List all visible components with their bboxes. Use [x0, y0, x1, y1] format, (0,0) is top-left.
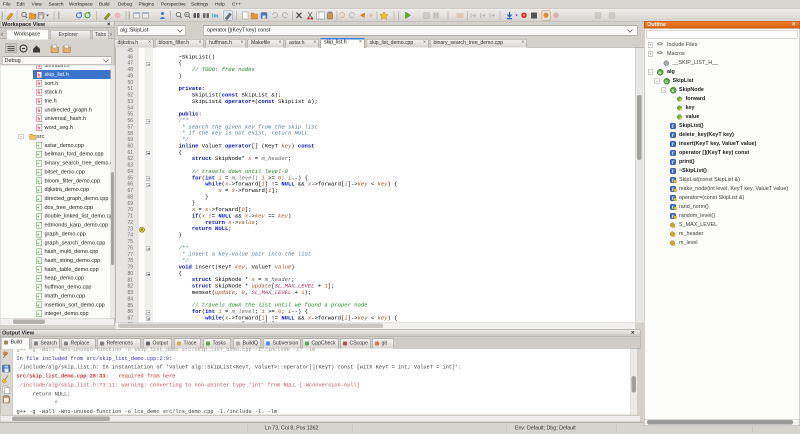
- svg-text:h: h: [38, 66, 41, 69]
- svg-text:h: h: [38, 108, 41, 113]
- svg-text:h: h: [38, 99, 41, 104]
- svg-text:h: h: [38, 125, 41, 130]
- svg-text:h: h: [38, 81, 41, 86]
- svg-text:h: h: [38, 90, 41, 95]
- svg-text:lm: lm: [212, 14, 219, 20]
- svg-text:N: N: [659, 70, 662, 75]
- svg-text:h: h: [38, 72, 41, 77]
- svg-text:h: h: [38, 117, 41, 122]
- svg-text:C: C: [665, 79, 668, 84]
- svg-text:S: S: [672, 88, 675, 93]
